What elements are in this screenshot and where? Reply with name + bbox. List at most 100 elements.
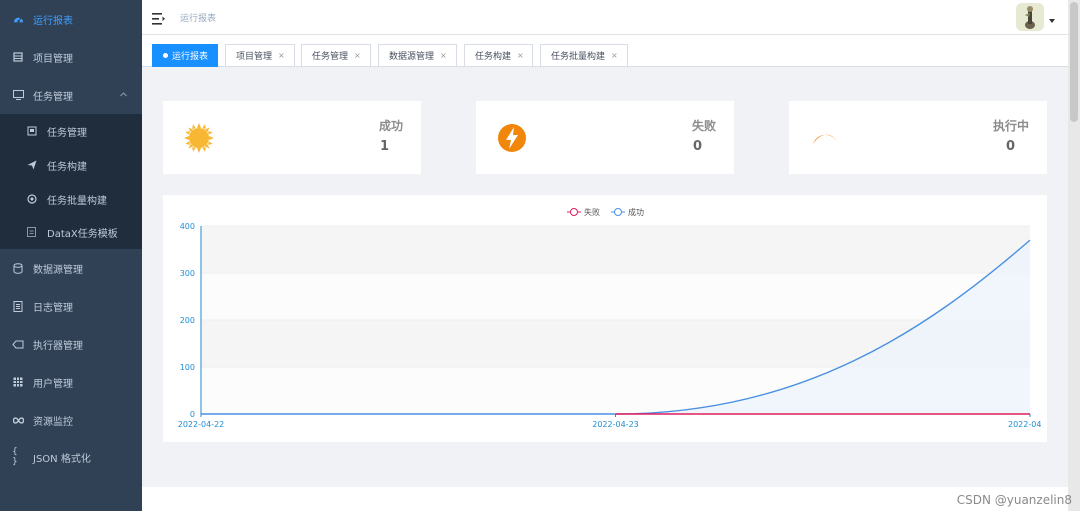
task-icon bbox=[26, 126, 37, 137]
stat-value: 0 bbox=[692, 139, 702, 154]
tag-dashboard[interactable]: 运行报表 bbox=[152, 44, 218, 67]
sidebar-item-label: 任务管理 bbox=[47, 127, 87, 139]
tag-label: 任务构建 bbox=[475, 52, 512, 62]
sidebar-item-label: 任务构建 bbox=[47, 161, 87, 173]
tag-label: 项目管理 bbox=[236, 52, 273, 62]
tag-task-build[interactable]: 任务构建 × bbox=[464, 44, 533, 67]
grid-band bbox=[201, 273, 1030, 320]
close-icon[interactable]: × bbox=[517, 51, 524, 60]
stat-card-failure: 失败 0 bbox=[476, 101, 734, 174]
braces-icon: { } bbox=[12, 447, 18, 467]
sun-icon bbox=[183, 122, 215, 154]
sidebar-item-label: 项目管理 bbox=[33, 53, 73, 65]
y-tick-label: 400 bbox=[180, 222, 195, 231]
legend-label: 成功 bbox=[628, 207, 644, 217]
breadcrumb[interactable]: 运行报表 bbox=[180, 11, 216, 24]
send-icon bbox=[26, 160, 37, 171]
database-icon bbox=[12, 262, 24, 274]
table-icon bbox=[12, 376, 24, 388]
y-tick-label: 0 bbox=[190, 410, 195, 419]
tag-project[interactable]: 项目管理 × bbox=[225, 44, 295, 67]
sidebar-item-task-management[interactable]: 任务管理 bbox=[0, 76, 142, 114]
sidebar-item-json-format[interactable]: { } JSON 格式化 bbox=[0, 438, 142, 476]
app-root: 运行报表 项目管理 任务管理 任务管理 任务构建 任务批量构建 DataX任务模… bbox=[0, 0, 1080, 511]
sidebar-item-executor[interactable]: 执行器管理 bbox=[0, 325, 142, 363]
vertical-scrollbar[interactable] bbox=[1068, 0, 1080, 511]
sidebar-item-label: 日志管理 bbox=[33, 302, 73, 314]
hamburger-icon[interactable] bbox=[152, 10, 166, 25]
log-icon bbox=[12, 300, 24, 312]
executor-icon bbox=[12, 338, 24, 350]
tag-label: 运行报表 bbox=[172, 52, 209, 62]
x-tick-label: 2022-04 bbox=[1008, 420, 1041, 429]
legend-marker bbox=[614, 208, 622, 216]
stat-value: 0 bbox=[1005, 139, 1015, 154]
footer-strip bbox=[142, 487, 1068, 511]
template-icon bbox=[26, 227, 37, 238]
tag-batch-build[interactable]: 任务批量构建 × bbox=[540, 44, 628, 67]
line-chart: 0 100 200 300 400 2022-04-22 2022-04-23 2022-04… bbox=[178, 207, 1042, 429]
y-tick-label: 300 bbox=[180, 269, 195, 278]
sidebar-item-label: 资源监控 bbox=[33, 416, 73, 428]
avatar[interactable] bbox=[1016, 3, 1044, 31]
chart-panel: 0 100 200 300 400 2022-04-22 2022-04-23 2022-04… bbox=[163, 195, 1047, 442]
sidebar-item-resource-monitor[interactable]: 资源监控 bbox=[0, 401, 142, 439]
sidebar-item-label: 运行报表 bbox=[33, 15, 73, 27]
sidebar-subitem-datax-template[interactable]: DataX任务模板 bbox=[0, 215, 142, 249]
tag-label: 数据源管理 bbox=[389, 52, 435, 62]
legend-marker bbox=[570, 208, 578, 216]
x-tick-label: 2022-04-22 bbox=[178, 420, 225, 429]
tag-label: 任务管理 bbox=[312, 52, 349, 62]
sidebar-item-label: JSON 格式化 bbox=[33, 453, 91, 465]
stat-card-success: 成功 1 bbox=[163, 101, 421, 174]
scrollbar-thumb[interactable] bbox=[1070, 2, 1078, 122]
close-icon[interactable]: × bbox=[440, 51, 447, 60]
sidebar-item-label: 任务管理 bbox=[33, 91, 73, 103]
sidebar-item-label: DataX任务模板 bbox=[47, 228, 118, 240]
y-tick-label: 100 bbox=[180, 363, 195, 372]
grid-band bbox=[201, 226, 1030, 273]
sidebar-item-label: 数据源管理 bbox=[33, 264, 83, 276]
sidebar: 运行报表 项目管理 任务管理 任务管理 任务构建 任务批量构建 DataX任务模… bbox=[0, 0, 142, 511]
y-tick-label: 200 bbox=[180, 316, 195, 325]
monitor-icon bbox=[12, 89, 24, 101]
sidebar-item-label: 执行器管理 bbox=[33, 340, 83, 352]
stat-label: 成功 bbox=[378, 119, 403, 133]
sidebar-item-label: 任务批量构建 bbox=[47, 195, 107, 207]
sidebar-item-label: 用户管理 bbox=[33, 378, 73, 390]
project-icon bbox=[12, 51, 24, 63]
submenu-task: 任务管理 任务构建 任务批量构建 DataX任务模板 bbox=[0, 114, 142, 249]
lightning-icon bbox=[496, 122, 528, 154]
batch-icon bbox=[26, 194, 37, 205]
stat-label: 执行中 bbox=[992, 119, 1029, 133]
stat-label: 失败 bbox=[691, 119, 716, 133]
sidebar-subitem-task-management[interactable]: 任务管理 bbox=[0, 114, 142, 148]
caret-down-icon[interactable] bbox=[1049, 19, 1055, 23]
moon-icon bbox=[809, 122, 841, 154]
main-content: 成功 1 失败 0 执行中 0 0 100 200 300 400 2022-04-22 2… bbox=[142, 67, 1068, 487]
sidebar-item-datasource[interactable]: 数据源管理 bbox=[0, 249, 142, 287]
tags-view: 运行报表 项目管理 × 任务管理 × 数据源管理 × 任务构建 × 任务批量构建… bbox=[142, 35, 1068, 67]
active-dot-icon bbox=[163, 53, 168, 58]
sidebar-subitem-batch-build[interactable]: 任务批量构建 bbox=[0, 182, 142, 216]
close-icon[interactable]: × bbox=[611, 51, 618, 60]
x-tick-label: 2022-04-23 bbox=[592, 420, 639, 429]
navbar: 运行报表 bbox=[142, 0, 1068, 35]
sidebar-item-project[interactable]: 项目管理 bbox=[0, 38, 142, 76]
sidebar-item-log[interactable]: 日志管理 bbox=[0, 287, 142, 325]
sidebar-item-dashboard[interactable]: 运行报表 bbox=[0, 0, 142, 38]
close-icon[interactable]: × bbox=[278, 51, 285, 60]
tag-task-management[interactable]: 任务管理 × bbox=[301, 44, 371, 67]
tag-label: 任务批量构建 bbox=[551, 52, 606, 62]
sidebar-item-user[interactable]: 用户管理 bbox=[0, 363, 142, 401]
legend-label: 失败 bbox=[584, 207, 600, 217]
tag-datasource[interactable]: 数据源管理 × bbox=[378, 44, 457, 67]
sidebar-subitem-task-build[interactable]: 任务构建 bbox=[0, 148, 142, 182]
stat-card-running: 执行中 0 bbox=[789, 101, 1047, 174]
close-icon[interactable]: × bbox=[354, 51, 361, 60]
infinity-icon bbox=[12, 414, 24, 426]
chevron-up-icon bbox=[119, 90, 128, 99]
watermark: CSDN @yuanzelin8 bbox=[956, 493, 1072, 507]
dashboard-icon bbox=[12, 13, 24, 25]
stat-value: 1 bbox=[379, 139, 389, 154]
